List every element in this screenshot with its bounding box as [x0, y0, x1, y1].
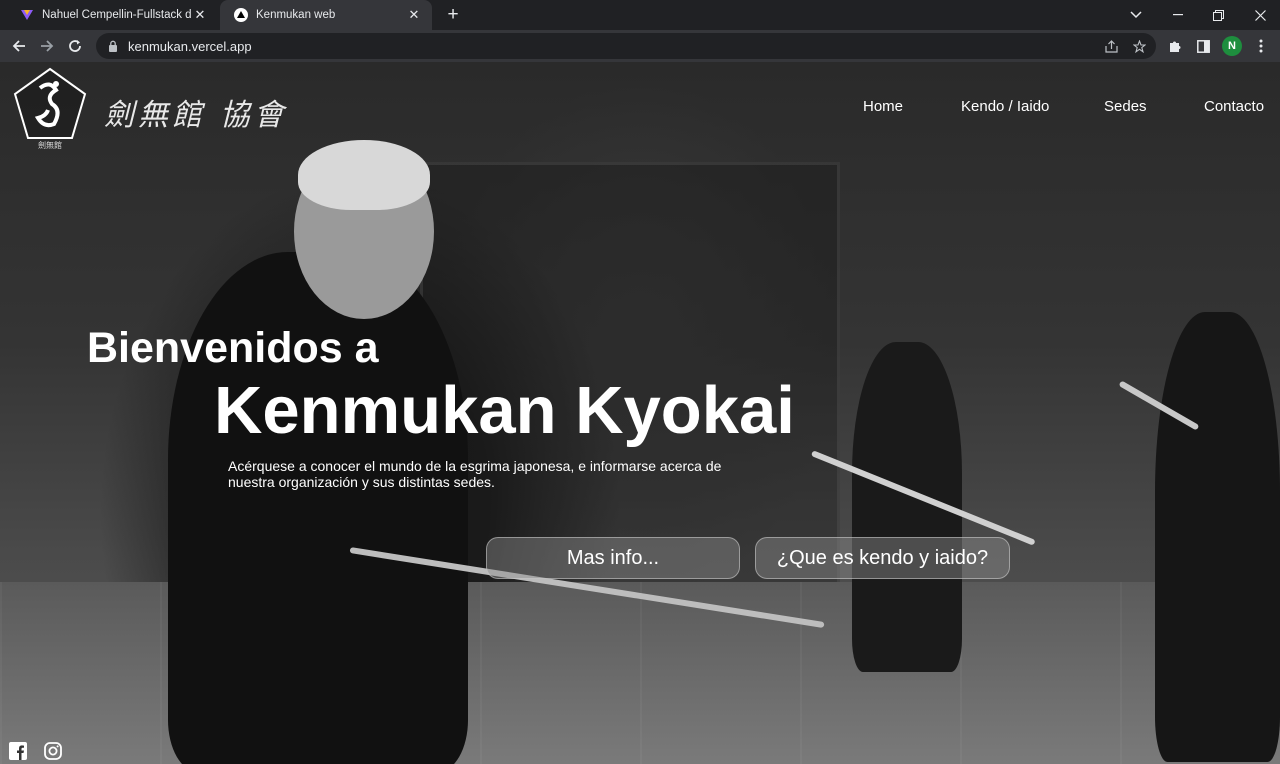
nav-home[interactable]: Home [863, 98, 903, 115]
tab-strip: Nahuel Cempellin-Fullstack dev. ✕ Kenmuk… [0, 0, 1280, 30]
share-icon[interactable] [1098, 33, 1124, 59]
hero-welcome: Bienvenidos a [87, 324, 379, 372]
url-text: kenmukan.vercel.app [128, 38, 252, 54]
new-tab-button[interactable]: + [442, 4, 464, 26]
que-es-kendo-button[interactable]: ¿Que es kendo y iaido? [755, 537, 1010, 579]
lock-icon [109, 40, 117, 52]
hero-title: Kenmukan Kyokai [214, 373, 795, 448]
forward-arrow-icon[interactable] [34, 33, 60, 59]
kenmukan-logo[interactable]: 劍無館 [12, 66, 88, 150]
bookmark-star-icon[interactable] [1126, 33, 1152, 59]
mas-info-button[interactable]: Mas info... [486, 537, 740, 579]
tab-kenmukan[interactable]: Kenmukan web ✕ [220, 0, 432, 30]
vercel-v-icon [20, 8, 34, 22]
tab-search-chevron-icon[interactable] [1116, 0, 1156, 30]
window-close-icon[interactable] [1240, 0, 1280, 30]
browser-toolbar: kenmukan.vercel.app [0, 30, 1280, 62]
background-people-right [1155, 312, 1280, 762]
side-panel-icon[interactable] [1190, 33, 1216, 59]
facebook-icon[interactable] [9, 742, 27, 760]
restore-icon[interactable] [1198, 0, 1238, 30]
logo-calligraphy[interactable]: 劍無館 協會 [104, 90, 288, 134]
logo-caption: 劍無館 [38, 141, 62, 150]
nav-sedes[interactable]: Sedes [1104, 98, 1147, 115]
address-bar[interactable]: kenmukan.vercel.app [96, 33, 1156, 59]
reload-icon[interactable] [62, 33, 88, 59]
kendoka-hair [298, 140, 430, 210]
triangle-icon [234, 8, 248, 22]
nav-kendo-iaido[interactable]: Kendo / Iaido [961, 98, 1049, 115]
tab-title: Kenmukan web [256, 9, 336, 21]
tab-portfolio[interactable]: Nahuel Cempellin-Fullstack dev. ✕ [6, 0, 218, 30]
kebab-menu-icon[interactable] [1248, 33, 1274, 59]
page-viewport: 劍無館 劍無館 協會 Home Kendo / Iaido Sedes Cont… [0, 62, 1280, 764]
extensions-puzzle-icon[interactable] [1162, 33, 1188, 59]
close-icon[interactable]: ✕ [192, 7, 208, 23]
tab-title: Nahuel Cempellin-Fullstack dev. [42, 9, 192, 21]
profile-avatar[interactable]: N [1222, 36, 1242, 56]
nav-contacto[interactable]: Contacto [1204, 98, 1264, 115]
minimize-icon[interactable] [1158, 0, 1198, 30]
hero-description: Acérquese a conocer el mundo de la esgri… [228, 458, 722, 490]
close-icon[interactable]: ✕ [406, 7, 422, 23]
back-arrow-icon[interactable] [6, 33, 32, 59]
instagram-icon[interactable] [44, 742, 62, 760]
